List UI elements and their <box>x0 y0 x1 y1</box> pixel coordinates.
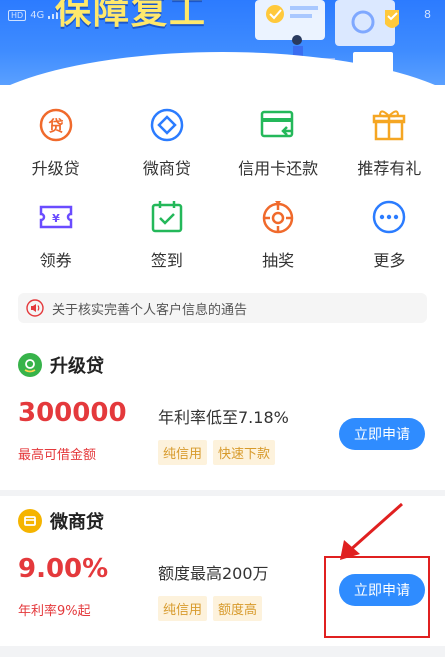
checkin-icon <box>147 197 187 237</box>
product-description: 额度最高200万 <box>158 564 269 583</box>
product-value-label: 最高可借金额 <box>18 448 97 463</box>
product-card-header: 微商贷 <box>18 508 104 534</box>
grid-item-label: 升级贷 <box>31 159 80 178</box>
notice-text: 关于核实完善个人客户信息的通告 <box>52 302 248 318</box>
product-name: 升级贷 <box>50 356 104 377</box>
hd-badge: HD <box>8 10 27 21</box>
grid-item-micro-business-loan[interactable]: 微商贷 <box>111 105 222 179</box>
grid-item-label: 微商贷 <box>142 159 191 178</box>
speaker-icon <box>26 299 44 317</box>
grid-item-more[interactable]: 更多 <box>334 197 445 271</box>
product-max-amount: 300000 <box>18 398 127 428</box>
svg-text:贷: 贷 <box>48 117 63 135</box>
product-name: 微商贷 <box>50 512 104 533</box>
grid-item-referral-gift[interactable]: 推荐有礼 <box>334 105 445 179</box>
gift-icon <box>369 105 409 145</box>
loan-upgrade-icon: 贷 <box>36 105 76 145</box>
grid-item-label: 推荐有礼 <box>357 159 422 178</box>
lottery-icon <box>258 197 298 237</box>
product-card-micro-business-loan: 微商贷 9.00% 年利率9%起 额度最高200万 纯信用 额度高 立即申请 <box>0 496 445 646</box>
grid-item-upgrade-loan[interactable]: 贷 升级贷 <box>0 105 111 179</box>
grid-item-label: 签到 <box>150 251 183 270</box>
feature-grid: 贷 升级贷 微商贷 信用卡还款 推荐有礼 ¥ 领券 签到 抽奖 更多 <box>0 105 445 271</box>
banner-title: 保障复工 <box>55 0 208 32</box>
grid-item-label: 更多 <box>373 251 406 270</box>
product-value-label: 年利率9%起 <box>18 604 91 619</box>
notice-bar[interactable]: 关于核实完善个人客户信息的通告 <box>18 293 427 323</box>
product-card-header: 升级贷 <box>18 352 104 378</box>
grid-item-credit-card-repay[interactable]: 信用卡还款 <box>223 105 334 179</box>
credit-card-repay-icon <box>258 105 298 145</box>
product-description: 年利率低至7.18% <box>158 408 289 427</box>
svg-text:¥: ¥ <box>52 212 60 225</box>
more-icon <box>369 197 409 237</box>
product-tag: 额度高 <box>213 596 263 621</box>
product-tag: 纯信用 <box>158 440 208 465</box>
micro-business-badge-icon <box>18 509 42 533</box>
top-banner[interactable]: HD 4G 8 保障复工 <box>0 0 445 85</box>
grid-item-checkin[interactable]: 签到 <box>111 197 222 271</box>
apply-button[interactable]: 立即申请 <box>339 418 425 450</box>
feature-grid-card: 贷 升级贷 微商贷 信用卡还款 推荐有礼 ¥ 领券 签到 抽奖 更多 关于核实完… <box>0 85 445 340</box>
product-tags: 纯信用 额度高 <box>158 596 263 621</box>
grid-item-lottery[interactable]: 抽奖 <box>223 197 334 271</box>
coupon-icon: ¥ <box>36 197 76 237</box>
product-tag: 纯信用 <box>158 596 208 621</box>
product-card-upgrade-loan: 升级贷 300000 最高可借金额 年利率低至7.18% 纯信用 快速下款 立即… <box>0 340 445 490</box>
product-interest-rate: 9.00% <box>18 554 109 584</box>
grid-item-label: 信用卡还款 <box>238 159 319 178</box>
apply-button[interactable]: 立即申请 <box>339 574 425 606</box>
network-indicator: 4G <box>30 10 45 21</box>
product-tags: 纯信用 快速下款 <box>158 440 276 465</box>
micro-business-loan-icon <box>147 105 187 145</box>
grid-item-coupon[interactable]: ¥ 领券 <box>0 197 111 271</box>
grid-item-label: 领券 <box>39 251 72 270</box>
upgrade-loan-badge-icon <box>18 353 42 377</box>
product-tag: 快速下款 <box>213 440 276 465</box>
grid-item-label: 抽奖 <box>262 251 295 270</box>
